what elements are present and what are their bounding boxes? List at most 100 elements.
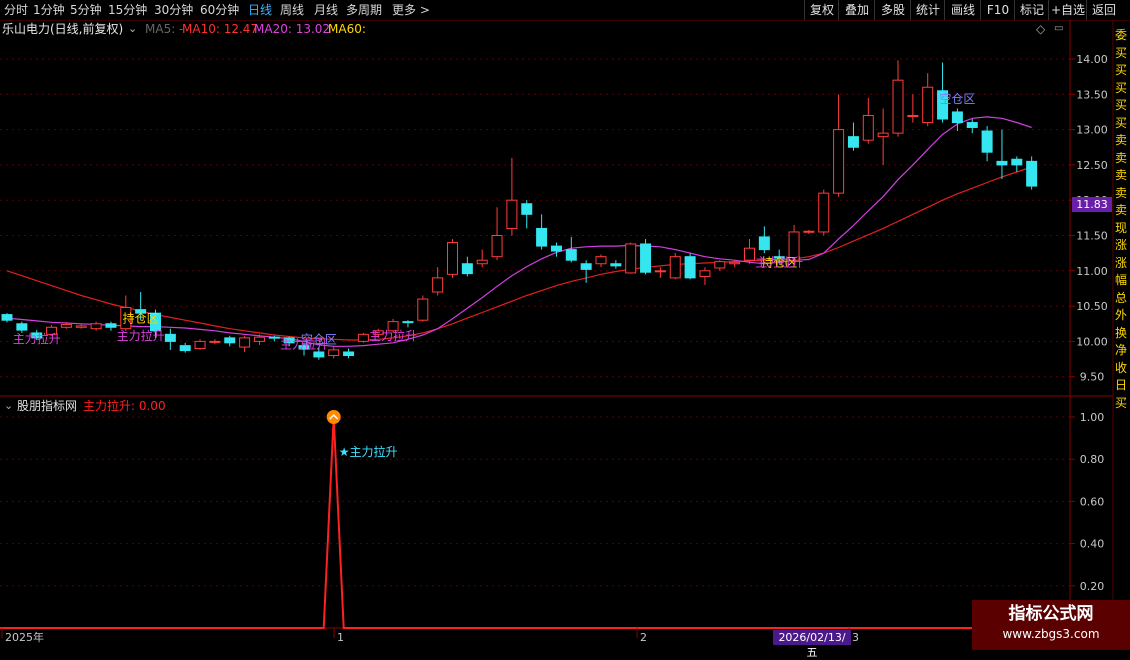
quote-panel-char: 收 bbox=[1115, 360, 1128, 375]
quote-panel-char: 外 bbox=[1115, 308, 1128, 322]
candle bbox=[506, 157, 518, 236]
candle bbox=[744, 239, 755, 264]
price-tick-label: 11.50 bbox=[1076, 230, 1108, 243]
current-price-tag: 11.83 bbox=[1072, 197, 1112, 212]
indicator-gridlines bbox=[0, 416, 1070, 587]
candle bbox=[239, 335, 251, 352]
candle bbox=[90, 321, 102, 331]
candle-body-up bbox=[75, 325, 87, 328]
price-tick-label: 10.50 bbox=[1076, 300, 1108, 313]
quote-panel-char: 买 bbox=[1115, 80, 1128, 95]
candle bbox=[1, 313, 13, 323]
quote-panel-char: 卖 bbox=[1115, 133, 1128, 147]
candle bbox=[714, 260, 726, 271]
candle bbox=[417, 295, 429, 322]
indicator-signal-label: ★主力拉升 bbox=[339, 444, 398, 459]
candle-body-up bbox=[357, 333, 369, 342]
quote-panel-char: 卖 bbox=[1115, 168, 1128, 182]
candle-body-up bbox=[432, 277, 444, 293]
candle-body-up bbox=[194, 340, 206, 349]
kline-chart[interactable]: 14.0013.5013.0012.5012.0011.5011.0010.50… bbox=[0, 0, 1130, 650]
candle-body-down bbox=[996, 160, 1008, 166]
candle-body-up bbox=[476, 259, 488, 265]
candle bbox=[847, 122, 859, 151]
price-tick-label: 10.00 bbox=[1076, 335, 1108, 348]
quote-panel-char: 现 bbox=[1115, 220, 1128, 235]
quote-panel-char: 卖 bbox=[1115, 150, 1128, 165]
candle bbox=[224, 335, 236, 347]
candle-body-down bbox=[1, 314, 13, 321]
quote-panel-char: 总 bbox=[1115, 290, 1128, 305]
candle-body-down bbox=[105, 323, 117, 328]
candle bbox=[1011, 156, 1023, 172]
signal-annotation: 空仓区 bbox=[939, 92, 975, 106]
indicator-axis: 1.00 0.80 0.60 0.40 0.20 bbox=[1070, 411, 1104, 593]
candle-body-down bbox=[758, 236, 770, 251]
price-axis: 14.0013.5013.0012.5012.0011.5011.0010.50… bbox=[1070, 53, 1108, 384]
candle bbox=[877, 108, 889, 165]
quote-panel-char: 卖 bbox=[1115, 203, 1128, 217]
candle bbox=[209, 339, 221, 345]
candle-body-up bbox=[669, 256, 681, 279]
candle-body-down bbox=[521, 203, 533, 215]
candle-body-up bbox=[862, 114, 874, 141]
candle bbox=[328, 345, 340, 359]
candle-body-down bbox=[684, 256, 696, 279]
candle-body-down bbox=[1026, 160, 1038, 187]
candle bbox=[432, 267, 444, 296]
candle-body-up bbox=[417, 298, 429, 321]
indicator-tick-label: 1.00 bbox=[1080, 411, 1105, 424]
candle bbox=[580, 260, 592, 283]
candle-body-down bbox=[610, 263, 622, 267]
date-tick-label: 2025年 bbox=[5, 630, 44, 644]
candle bbox=[892, 60, 904, 137]
candle bbox=[610, 260, 622, 269]
candle bbox=[640, 239, 652, 275]
candle-body-up bbox=[907, 114, 919, 117]
candle-body-down bbox=[1011, 158, 1023, 166]
candle bbox=[818, 189, 830, 236]
candle bbox=[105, 321, 117, 331]
candle bbox=[758, 226, 770, 254]
candle-body-down bbox=[164, 333, 176, 342]
candle bbox=[625, 242, 637, 274]
quote-panel-char: 委 bbox=[1115, 28, 1128, 42]
candle bbox=[343, 348, 355, 359]
price-tick-label: 13.50 bbox=[1076, 88, 1108, 101]
candle bbox=[476, 249, 488, 268]
candle-body-up bbox=[714, 261, 726, 269]
candle-body-down bbox=[847, 136, 859, 148]
candle bbox=[447, 239, 458, 278]
indicator-tick-label: 0.40 bbox=[1080, 538, 1105, 551]
candle-body-up bbox=[491, 235, 503, 258]
quote-panel-char: 买 bbox=[1115, 45, 1128, 60]
signal-annotation: 主力拉升 bbox=[755, 255, 803, 270]
candle-body-up bbox=[818, 192, 830, 233]
candle-body-down bbox=[550, 245, 562, 252]
candle-body-up bbox=[892, 79, 904, 134]
quote-panel-char: 买 bbox=[1115, 98, 1128, 112]
signal-annotations: 主力拉升 主力拉升持仓区主力拉升空仓区 主力拉升持仓区主力拉升空仓区 bbox=[13, 92, 976, 352]
candle bbox=[922, 73, 934, 127]
price-tick-label: 11.00 bbox=[1076, 265, 1108, 278]
candle bbox=[491, 207, 503, 261]
cursor-date-tag: 2026/02/13/五 bbox=[773, 630, 851, 659]
date-axis: 2025年 1 2 3 bbox=[1, 628, 859, 644]
price-tick-label: 13.00 bbox=[1076, 124, 1108, 137]
price-tick-label: 12.50 bbox=[1076, 159, 1108, 172]
candle-body-down bbox=[402, 321, 414, 324]
quote-panel-char: 涨 bbox=[1115, 238, 1128, 252]
candle-body-up bbox=[654, 270, 666, 273]
candle-body-down bbox=[951, 111, 963, 124]
candle bbox=[461, 256, 473, 277]
candle bbox=[357, 332, 369, 343]
quote-panel-char: 买 bbox=[1115, 63, 1128, 77]
candle-body-up bbox=[253, 336, 265, 342]
signal-annotation: 持仓区 bbox=[123, 310, 159, 325]
candle-body-up bbox=[209, 340, 221, 343]
quote-panel-char: 净 bbox=[1115, 343, 1128, 357]
candle-body-up bbox=[625, 243, 637, 274]
candle-body-up bbox=[239, 337, 251, 348]
signal-annotation: 主力拉升 bbox=[13, 331, 61, 346]
watermark-logo: 指标公式网 www.zbgs3.com bbox=[972, 600, 1130, 650]
